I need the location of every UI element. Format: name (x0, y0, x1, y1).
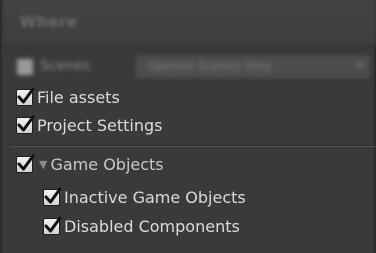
search-scope-panel: Where Scenes Opened Scenes Only ▾ File a… (0, 0, 376, 253)
inactive-game-objects-checkbox[interactable] (43, 187, 62, 206)
panel-header: Where (4, 0, 376, 47)
game-objects-label: Game Objects (50, 154, 164, 174)
scenes-checkbox[interactable] (17, 59, 33, 75)
disabled-components-checkbox[interactable] (43, 216, 62, 235)
game-objects-option[interactable]: ▼ Game Objects (16, 152, 164, 176)
game-objects-checkbox[interactable] (16, 154, 35, 173)
project-settings-checkbox[interactable] (16, 115, 35, 134)
inactive-game-objects-label: Inactive Game Objects (64, 187, 246, 207)
scenes-label: Scenes (40, 58, 90, 74)
inactive-game-objects-option[interactable]: Inactive Game Objects (43, 185, 246, 209)
checkmark-icon (17, 87, 35, 103)
checkmark-icon (17, 154, 35, 170)
file-assets-option[interactable]: File assets (16, 85, 120, 109)
project-settings-label: Project Settings (37, 115, 163, 135)
checkmark-icon (44, 187, 62, 203)
project-settings-option[interactable]: Project Settings (16, 113, 162, 137)
scenes-dropdown-value: Opened Scenes Only (147, 59, 273, 73)
scenes-row: Scenes Opened Scenes Only ▾ (4, 50, 376, 84)
panel-title: Where (20, 13, 78, 31)
scenes-dropdown[interactable]: Opened Scenes Only ▾ (134, 54, 372, 80)
section-divider (10, 145, 376, 147)
file-assets-label: File assets (37, 87, 120, 107)
chevron-down-icon: ▾ (356, 58, 363, 72)
foldout-arrow-icon[interactable]: ▼ (39, 158, 47, 171)
disabled-components-option[interactable]: Disabled Components (43, 214, 240, 238)
disabled-components-label: Disabled Components (64, 216, 240, 236)
file-assets-checkbox[interactable] (16, 87, 35, 106)
checkmark-icon (44, 216, 62, 232)
checkmark-icon (17, 115, 35, 131)
